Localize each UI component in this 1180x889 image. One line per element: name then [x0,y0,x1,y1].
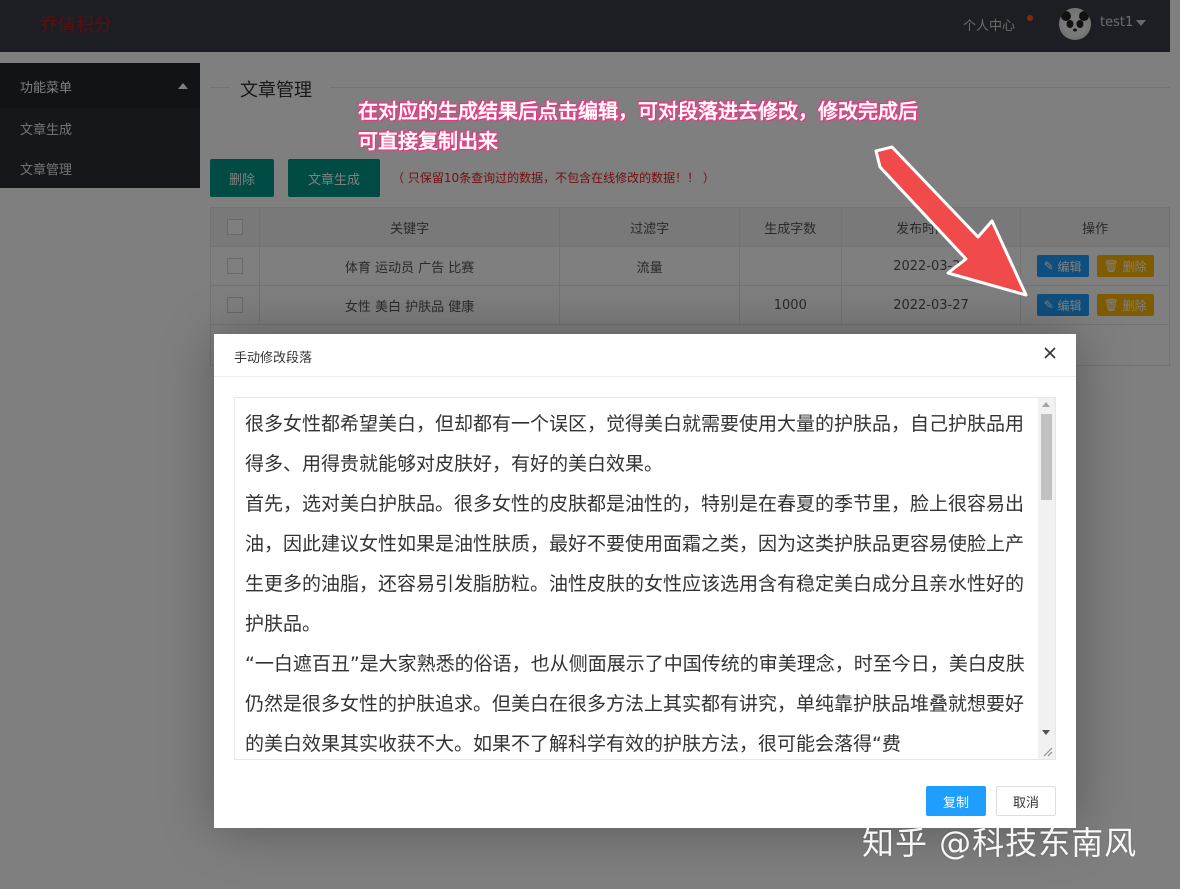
paragraph-textarea-frame: 很多女性都希望美白，但却都有一个误区，觉得美白就需要使用大量的护肤品，自己护肤品… [234,397,1056,760]
watermark: 知乎 @科技东南风 [862,824,1138,862]
scroll-up-arrow-icon[interactable] [1042,402,1050,407]
annotation-arrow-icon [874,145,1028,297]
scroll-down-arrow-icon[interactable] [1042,730,1050,735]
copy-button[interactable]: 复制 [926,786,986,816]
edit-paragraph-dialog: 手动修改段落 很多女性都希望美白，但却都有一个误区，觉得美白就需要使用大量的护肤… [214,334,1076,828]
paragraph-textarea[interactable]: 很多女性都希望美白，但却都有一个误区，觉得美白就需要使用大量的护肤品，自己护肤品… [235,398,1039,759]
resize-handle-icon[interactable] [1041,745,1053,757]
dialog-header: 手动修改段落 [214,334,1076,377]
cancel-button[interactable]: 取消 [996,786,1056,816]
textarea-scrollbar[interactable] [1038,398,1055,759]
dialog-title: 手动修改段落 [234,351,313,366]
scrollbar-thumb[interactable] [1041,414,1052,500]
close-icon[interactable] [1042,345,1058,361]
